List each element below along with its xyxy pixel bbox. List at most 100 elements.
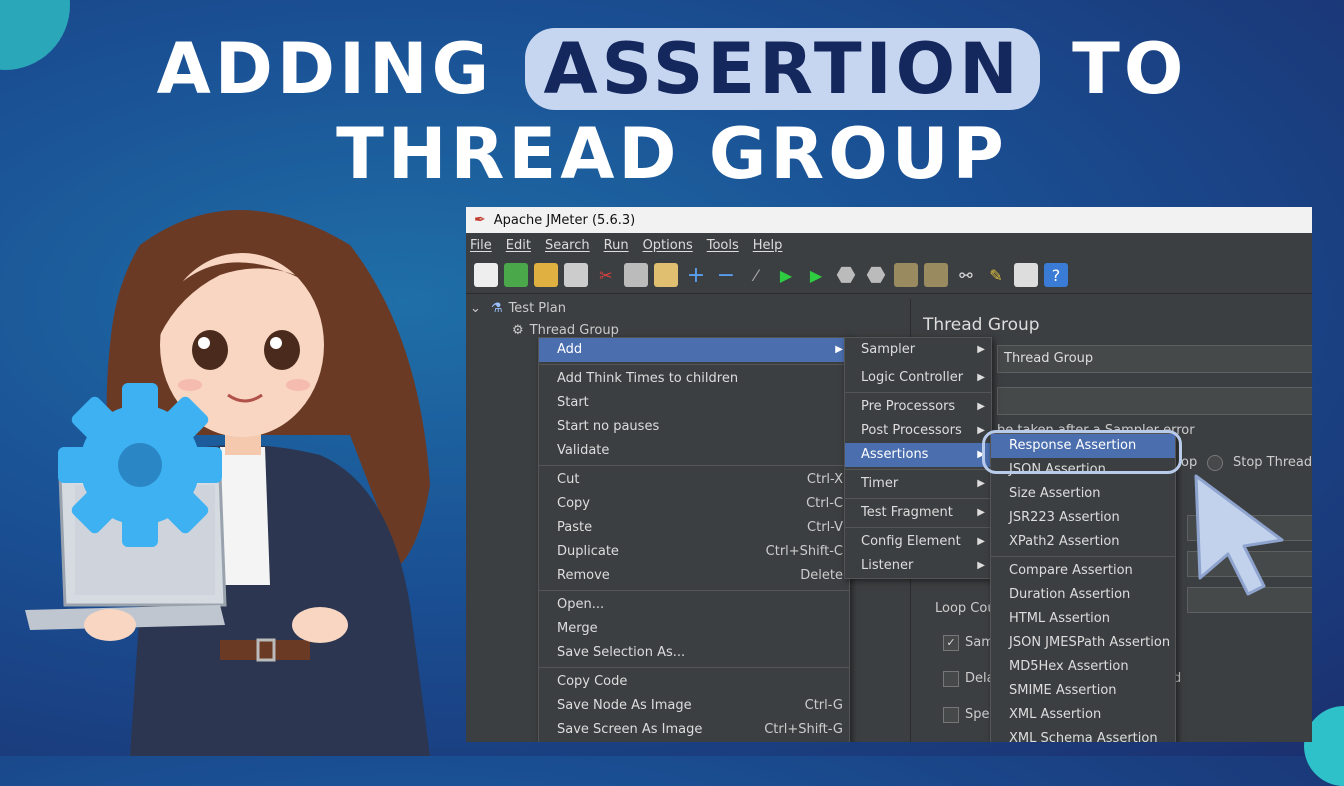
panel-title: Thread Group bbox=[923, 315, 1040, 335]
submenu-item-timer[interactable]: Timer ▶ bbox=[845, 472, 991, 496]
chevron-right-icon: ▶ bbox=[977, 478, 985, 489]
submenu-item-test-fragment[interactable]: Test Fragment ▶ bbox=[845, 501, 991, 525]
submenu-item-pre-processors[interactable]: Pre Processors ▶ bbox=[845, 395, 991, 419]
clear-icon[interactable] bbox=[894, 263, 918, 287]
paste-icon[interactable] bbox=[654, 263, 678, 287]
open-icon[interactable] bbox=[534, 263, 558, 287]
collapse-icon[interactable]: − bbox=[714, 263, 738, 288]
submenu-item-jsr223-assertion[interactable]: JSR223 Assertion bbox=[991, 506, 1175, 530]
menu-item-validate[interactable]: Validate bbox=[539, 439, 849, 463]
submenu-item-smime-assertion[interactable]: SMIME Assertion bbox=[991, 679, 1175, 703]
help-icon[interactable]: ? bbox=[1044, 263, 1068, 287]
menu-separator bbox=[539, 590, 849, 591]
same-user-checkbox[interactable]: ✓ bbox=[943, 635, 959, 651]
submenu-item-duration-assertion[interactable]: Duration Assertion bbox=[991, 583, 1175, 607]
mouse-pointer-icon bbox=[1194, 474, 1284, 596]
presenter-illustration bbox=[25, 210, 431, 756]
new-icon[interactable] bbox=[474, 263, 498, 287]
start-no-pause-icon[interactable]: ▶ bbox=[804, 263, 828, 287]
menu-separator bbox=[539, 667, 849, 668]
tree-item-test-plan[interactable]: ⌄ ⚗ Test Plan bbox=[466, 297, 902, 319]
copy-icon[interactable] bbox=[624, 263, 648, 287]
menu-item-cut[interactable]: Cut Ctrl-X bbox=[539, 468, 849, 492]
submenu-item-post-processors[interactable]: Post Processors ▶ bbox=[845, 419, 991, 443]
menu-item-save-selection-as[interactable]: Save Selection As... bbox=[539, 641, 849, 665]
start-icon[interactable]: ▶ bbox=[774, 263, 798, 287]
search-icon[interactable]: ⚯ bbox=[954, 263, 978, 287]
submenu-item-listener[interactable]: Listener ▶ bbox=[845, 554, 991, 578]
menu-item-start[interactable]: Start bbox=[539, 391, 849, 415]
submenu-item-size-assertion[interactable]: Size Assertion bbox=[991, 482, 1175, 506]
chevron-right-icon: ▶ bbox=[977, 507, 985, 518]
submenu-item-config-element[interactable]: Config Element ▶ bbox=[845, 530, 991, 554]
save-icon[interactable] bbox=[564, 263, 588, 287]
submenu-item-xml-schema-assertion[interactable]: XML Schema Assertion bbox=[991, 727, 1175, 742]
menu-help[interactable]: Help bbox=[753, 238, 783, 253]
chevron-right-icon: ▶ bbox=[977, 536, 985, 547]
menu-separator bbox=[539, 465, 849, 466]
loop-count-label: Loop Cou bbox=[935, 601, 996, 616]
headline-line1: ADDING ASSERTION TO bbox=[0, 26, 1344, 112]
templates-icon[interactable] bbox=[504, 263, 528, 287]
assertions-submenu: Response Assertion JSON Assertion Size A… bbox=[990, 433, 1176, 742]
menu-item-merge[interactable]: Merge bbox=[539, 617, 849, 641]
comments-field[interactable] bbox=[997, 387, 1312, 415]
menu-run[interactable]: Run bbox=[604, 238, 629, 253]
stop-icon[interactable]: ⬣ bbox=[834, 263, 858, 288]
cut-icon[interactable]: ✂ bbox=[594, 263, 618, 287]
submenu-item-assertions[interactable]: Assertions ▶ bbox=[845, 443, 991, 467]
context-menu: Add ▶ Add Think Times to children Start S… bbox=[538, 337, 850, 742]
menu-item-add[interactable]: Add ▶ bbox=[539, 338, 849, 362]
menu-separator bbox=[539, 364, 849, 365]
menu-item-add-think-times[interactable]: Add Think Times to children bbox=[539, 367, 849, 391]
jmeter-feather-icon: ✒ bbox=[474, 212, 486, 228]
clear-all-icon[interactable] bbox=[924, 263, 948, 287]
menu-item-save-node-as-image[interactable]: Save Node As Image Ctrl-G bbox=[539, 694, 849, 718]
menu-item-start-no-pauses[interactable]: Start no pauses bbox=[539, 415, 849, 439]
flask-icon: ⚗ bbox=[490, 300, 503, 316]
menu-separator bbox=[845, 527, 991, 528]
headline-word: TO bbox=[1072, 28, 1188, 110]
chevron-right-icon: ▶ bbox=[977, 372, 985, 383]
menu-separator bbox=[845, 498, 991, 499]
tree-item-label: Thread Group bbox=[529, 322, 619, 338]
menu-search[interactable]: Search bbox=[545, 238, 590, 253]
add-submenu: Sampler ▶ Logic Controller ▶ Pre Processor… bbox=[844, 337, 992, 579]
submenu-item-json-jmespath-assertion[interactable]: JSON JMESPath Assertion bbox=[991, 631, 1175, 655]
menu-edit[interactable]: Edit bbox=[506, 238, 531, 253]
expand-icon[interactable]: + bbox=[684, 263, 708, 288]
menu-item-open[interactable]: Open... bbox=[539, 593, 849, 617]
shutdown-icon[interactable]: ⬣ bbox=[864, 263, 888, 288]
menu-separator bbox=[845, 469, 991, 470]
chevron-right-icon: ▶ bbox=[977, 560, 985, 571]
menu-item-paste[interactable]: Paste Ctrl-V bbox=[539, 516, 849, 540]
delay-checkbox[interactable] bbox=[943, 671, 959, 687]
toolbar: ✂ + − ⁄ ▶ ▶ ⬣ ⬣ ⚯ ✎ ? bbox=[466, 257, 1312, 294]
menu-options[interactable]: Options bbox=[643, 238, 693, 253]
headline-line2: THREAD GROUP bbox=[336, 113, 1008, 195]
submenu-item-html-assertion[interactable]: HTML Assertion bbox=[991, 607, 1175, 631]
specify-checkbox[interactable] bbox=[943, 707, 959, 723]
toggle-icon[interactable]: ⁄ bbox=[744, 263, 768, 287]
submenu-item-compare-assertion[interactable]: Compare Assertion bbox=[991, 559, 1175, 583]
submenu-item-sampler[interactable]: Sampler ▶ bbox=[845, 338, 991, 362]
reset-search-icon[interactable]: ✎ bbox=[984, 263, 1008, 287]
menu-item-copy-code[interactable]: Copy Code bbox=[539, 670, 849, 694]
gear-icon: ⚙ bbox=[512, 322, 524, 338]
menu-item-remove[interactable]: Remove Delete bbox=[539, 564, 849, 588]
menu-separator bbox=[991, 556, 1175, 557]
name-field[interactable]: Thread Group bbox=[997, 345, 1312, 373]
menu-item-save-screen-as-image[interactable]: Save Screen As Image Ctrl+Shift-G bbox=[539, 718, 849, 742]
menu-item-copy[interactable]: Copy Ctrl-C bbox=[539, 492, 849, 516]
submenu-item-logic-controller[interactable]: Logic Controller ▶ bbox=[845, 366, 991, 390]
function-helper-icon[interactable] bbox=[1014, 263, 1038, 287]
submenu-item-xpath2-assertion[interactable]: XPath2 Assertion bbox=[991, 530, 1175, 554]
window-title: Apache JMeter (5.6.3) bbox=[493, 212, 636, 228]
menu-tools[interactable]: Tools bbox=[707, 238, 739, 253]
menu-bar: File Edit Search Run Options Tools Help bbox=[466, 233, 1312, 257]
submenu-item-md5hex-assertion[interactable]: MD5Hex Assertion bbox=[991, 655, 1175, 679]
menu-item-duplicate[interactable]: Duplicate Ctrl+Shift-C bbox=[539, 540, 849, 564]
menu-file[interactable]: File bbox=[470, 238, 492, 253]
submenu-item-xml-assertion[interactable]: XML Assertion bbox=[991, 703, 1175, 727]
chevron-right-icon: ▶ bbox=[835, 344, 843, 355]
